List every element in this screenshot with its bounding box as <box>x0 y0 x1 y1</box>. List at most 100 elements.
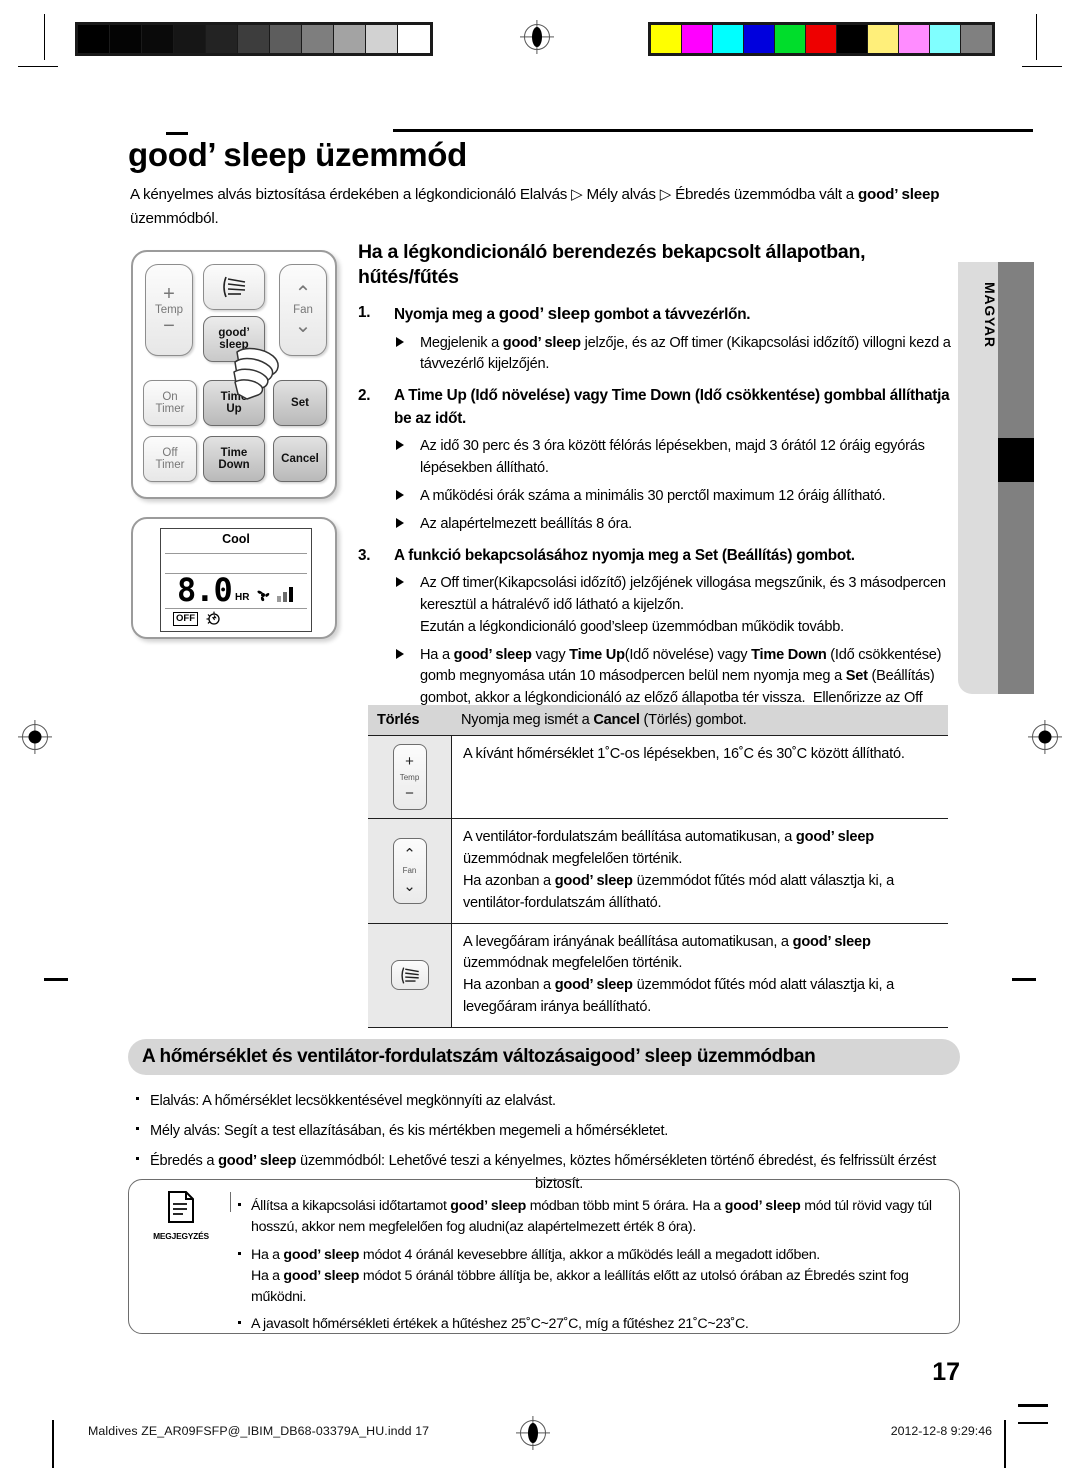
remote-good-sleep-button[interactable]: good’ sleep <box>203 316 265 362</box>
manual-page: good’ sleep üzemmód A kényelmes alvás bi… <box>0 0 1080 1476</box>
table-line: Ha azonban a good’ sleep üzemmódot fűtés… <box>463 977 895 1016</box>
registration-mark-top <box>520 20 554 54</box>
footer-rule-vertical-left <box>52 1420 54 1468</box>
table-row: + Temp − A kívánt hőmérséklet 1˚C-os lép… <box>368 735 948 818</box>
lcd-time-value: 8.0 <box>177 571 233 609</box>
calibration-swatch <box>366 25 398 53</box>
registration-mark-left <box>18 720 52 754</box>
calibration-swatch <box>78 25 110 53</box>
calibration-swatch <box>302 25 334 53</box>
temp-button-icon: + Temp − <box>392 744 427 810</box>
calibration-swatch <box>837 25 868 53</box>
calibration-swatch <box>868 25 899 53</box>
grayscale-calibration-bar <box>75 22 433 56</box>
color-calibration-bar <box>648 22 995 56</box>
bullet-dot-icon <box>136 1157 139 1161</box>
table-line: A levegőáram irányának beállítása automa… <box>463 933 871 972</box>
remote-cancel-button[interactable]: Cancel <box>273 436 327 482</box>
remote-air-swing-button[interactable] <box>203 264 265 310</box>
note-box: MEGJEGYZÉS Állítsa a kikapcsolási időtar… <box>128 1179 960 1334</box>
calibration-swatch <box>930 25 961 53</box>
table-line: Ha azonban a good’ sleep üzemmódot fűtés… <box>463 872 895 911</box>
table-cell-text: A levegőáram irányának beállítása automa… <box>452 924 948 1028</box>
calibration-swatch <box>142 25 174 53</box>
note-icon-group: MEGJEGYZÉS <box>145 1190 217 1241</box>
intro-paragraph: A kényelmes alvás biztosítása érdekében … <box>130 186 940 227</box>
remote-on-timer-button[interactable]: On Timer <box>143 380 197 426</box>
triangle-bullet-icon <box>396 439 404 450</box>
note-divider <box>230 1192 232 1212</box>
triangle-bullet-icon <box>396 576 404 587</box>
section2-bullets: Elalvás: A hőmérséklet lecsökkentésével … <box>128 1082 968 1195</box>
air-swing-icon <box>400 967 419 984</box>
calibration-swatch <box>899 25 930 53</box>
minus-icon: − <box>163 315 175 338</box>
page-number: 17 <box>932 1358 960 1386</box>
step-2-number: 2. <box>358 387 371 405</box>
list-item: Ha a good’ sleep módot 4 óránál kevesebb… <box>233 1245 945 1309</box>
title-rule <box>393 129 1033 132</box>
remote-time-down-button[interactable]: Time Down <box>203 436 265 482</box>
list-item: Elalvás: A hőmérséklet lecsökkentésével … <box>128 1090 968 1112</box>
print-calibration-strip <box>0 0 1080 70</box>
list-item: Mély alvás: Segít a test ellazításában, … <box>128 1120 968 1142</box>
calibration-swatch <box>651 25 682 53</box>
calibration-swatch <box>806 25 837 53</box>
table-cell-icon: ⌃ Fan ⌄ <box>368 819 452 923</box>
calibration-swatch <box>398 25 430 53</box>
table-row: ⌃ Fan ⌄ A ventilátor-fordulatszám beállí… <box>368 818 948 923</box>
plus-icon: + <box>163 282 175 305</box>
calibration-swatch <box>238 25 270 53</box>
footer-rule-vertical <box>1004 1420 1006 1468</box>
remote-time-up-button[interactable]: Time Up <box>203 380 265 426</box>
step-1-bullet-1: Megjelenik a good’ sleep jelzője, és az … <box>358 333 958 377</box>
registration-mark-right <box>1028 720 1062 754</box>
calibration-swatch <box>682 25 713 53</box>
remote-temp-button[interactable]: + Temp − <box>145 264 193 356</box>
bullet-dot-icon <box>238 1321 241 1325</box>
fan-button-icon: ⌃ Fan ⌄ <box>392 837 427 904</box>
calibration-swatch <box>206 25 238 53</box>
table-cell-icon: + Temp − <box>368 736 452 818</box>
calibration-swatch <box>744 25 775 53</box>
margin-dash-right <box>1012 978 1036 981</box>
calibration-swatch <box>270 25 302 53</box>
step-1: 1. Nyomja meg a good’ sleep gombot a táv… <box>358 303 751 323</box>
step-3-bullet-1: Az Off timer(Kikapcsolási időzítő) jelző… <box>358 573 958 639</box>
table-row: A levegőáram irányának beállítása automa… <box>368 922 948 1029</box>
lcd-display-illustration: Cool 8.0 HR OFF <box>131 517 337 639</box>
table-header-key: Törlés <box>377 712 420 728</box>
footer-dash-top <box>1018 1404 1048 1407</box>
fan-speed-bars-icon <box>277 587 293 602</box>
section1-heading: Ha a légkondicionáló berendezés bekapcso… <box>358 241 866 289</box>
triangle-bullet-icon <box>396 489 404 500</box>
table-header-row: Törlés Nyomja meg ismét a Cancel (Törlés… <box>368 705 948 735</box>
instructions-column: Ha a légkondicionáló berendezés bekapcso… <box>358 240 958 732</box>
triangle-bullet-icon <box>396 336 404 347</box>
remote-set-button[interactable]: Set <box>273 380 327 426</box>
language-tab-label: MAGYAR <box>982 282 998 348</box>
list-item: A javasolt hőmérsékleti értékek a hűtésh… <box>233 1314 945 1335</box>
language-tab-marker <box>998 438 1034 482</box>
remote-fan-button[interactable]: ⌃ Fan ⌄ <box>279 264 327 356</box>
minus-icon: − <box>405 784 414 802</box>
table-cell-text: A ventilátor-fordulatszám beállítása aut… <box>452 819 948 923</box>
remote-control-illustration: + Temp − ⌃ Fan ⌄ good’ sleep On Timer Ti… <box>131 250 337 499</box>
bullet-dot-icon <box>238 1251 241 1255</box>
lcd-off-badge: OFF <box>173 612 198 626</box>
calibration-swatch <box>961 25 992 53</box>
page-title: good’ sleep üzemmód <box>128 136 468 173</box>
chevron-up-icon: ⌃ <box>403 846 416 864</box>
calibration-swatch <box>713 25 744 53</box>
step-2-bullet-2: A működési órák száma a minimális 30 per… <box>358 486 958 508</box>
settings-table: Törlés Nyomja meg ismét a Cancel (Törlés… <box>368 705 948 1029</box>
step-2-bullet-3: Az alapértelmezett beállítás 8 óra. <box>358 514 958 536</box>
air-swing-button-icon <box>390 960 429 991</box>
calibration-swatch <box>110 25 142 53</box>
title-left-dash <box>166 132 188 135</box>
lcd-screen: Cool 8.0 HR OFF <box>160 528 312 632</box>
remote-off-timer-button[interactable]: Off Timer <box>143 436 197 482</box>
triangle-bullet-icon <box>396 648 404 659</box>
table-line: A ventilátor-fordulatszám beállítása aut… <box>463 829 874 867</box>
bullet-dot-icon <box>238 1203 241 1206</box>
